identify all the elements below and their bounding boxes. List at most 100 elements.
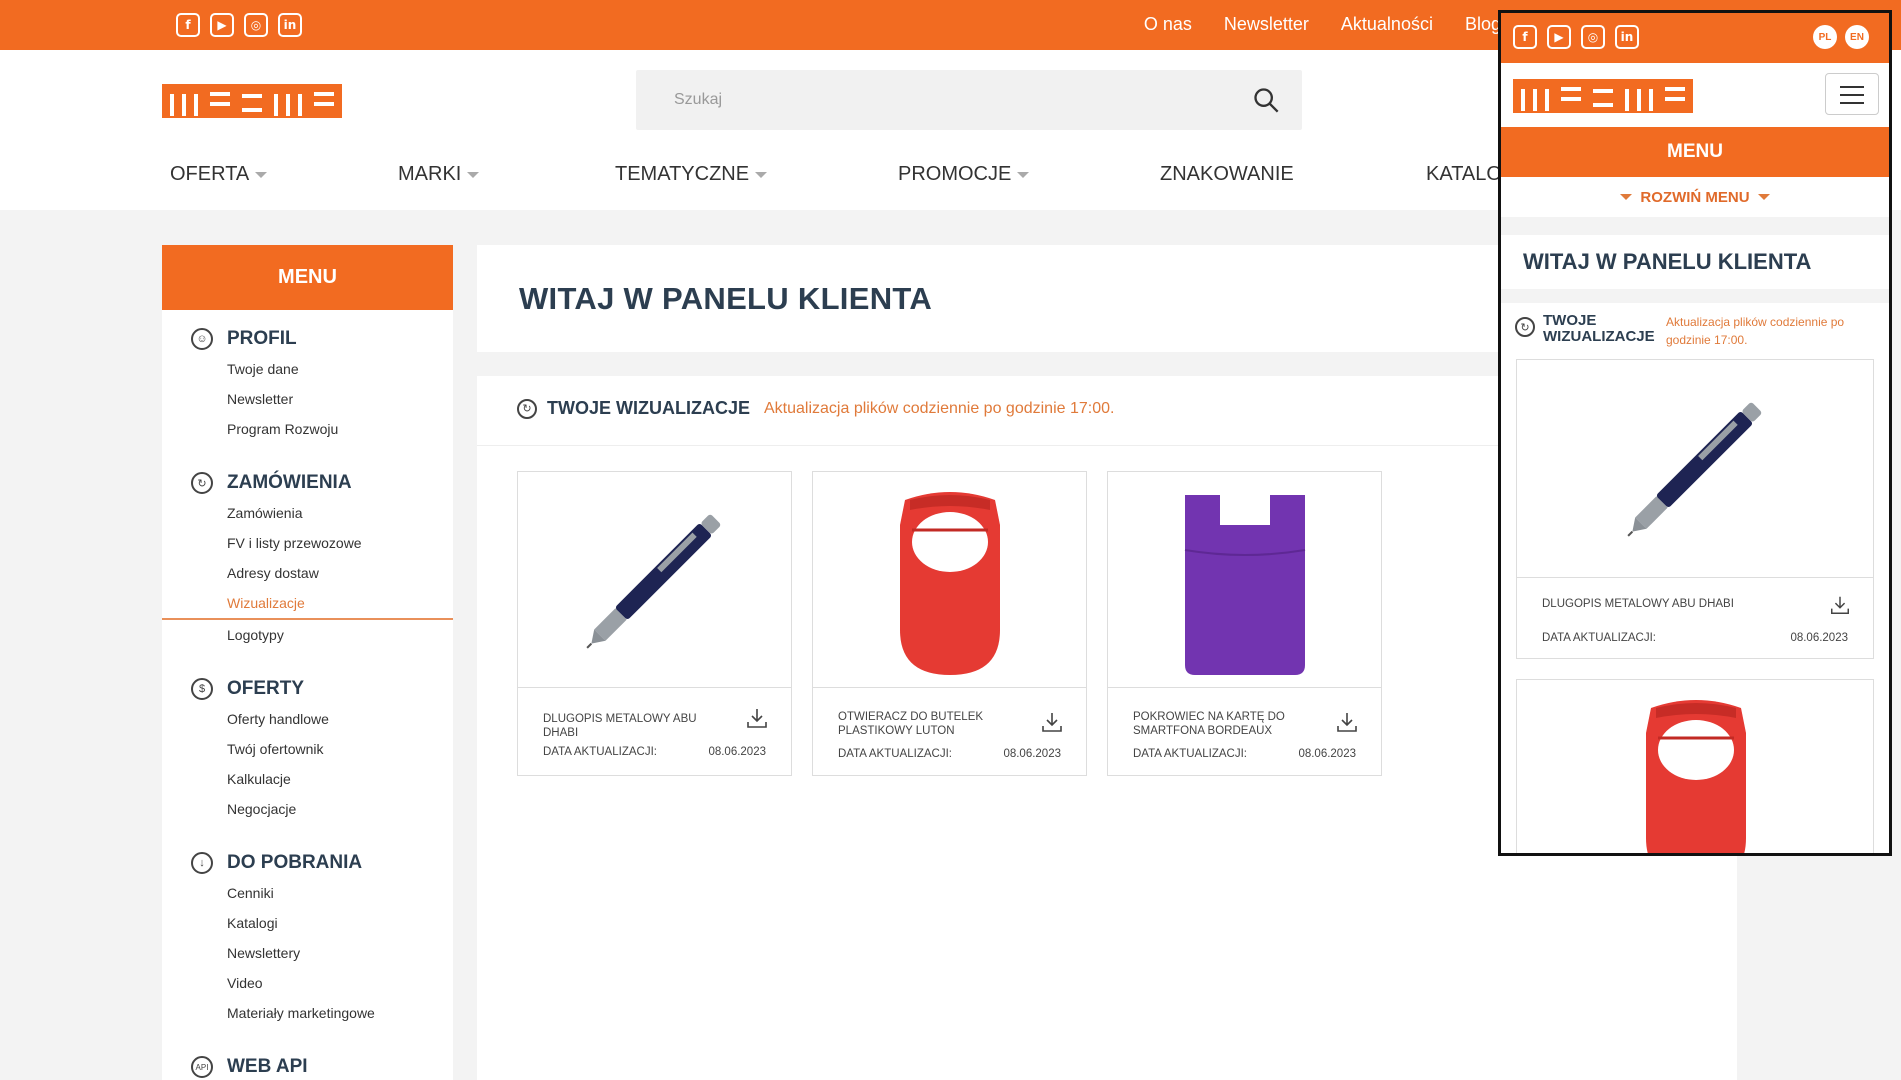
- download-icon[interactable]: [745, 706, 769, 730]
- mobile-visualizations-panel: ↻ TWOJE WIZUALIZACJE Aktualizacja plików…: [1501, 303, 1889, 853]
- sidebar-section-zamowienia: ↻ ZAMÓWIENIA Zamówienia FV i listy przew…: [162, 468, 453, 650]
- nav-item-oferta[interactable]: OFERTA: [170, 163, 268, 186]
- download-icon[interactable]: [1040, 710, 1064, 734]
- chevron-down-icon: [255, 171, 268, 178]
- chevron-down-icon: [755, 171, 768, 178]
- sidebar-link[interactable]: Kalkulacje: [227, 764, 453, 794]
- lang-pl-button[interactable]: PL: [1813, 25, 1837, 49]
- sidebar-section-title[interactable]: DO POBRANIA: [227, 848, 453, 878]
- update-note: Aktualizacja plików codziennie po godzin…: [1666, 315, 1845, 347]
- product-name: OTWIERACZ DO BUTELEK PLASTIKOWY LUTON: [838, 711, 984, 737]
- linkedin-icon[interactable]: in: [1615, 25, 1639, 49]
- mobile-page-title: WITAJ W PANELU KLIENTA: [1501, 235, 1889, 289]
- sidebar-section-oferty: $ OFERTY Oferty handlowe Twój ofertownik…: [162, 674, 453, 824]
- update-date: 08.06.2023: [1790, 632, 1848, 644]
- visualizations-title: TWOJE WIZUALIZACJE: [1543, 312, 1655, 345]
- date-label: DATA AKTUALIZACJI:: [543, 746, 657, 758]
- search-icon[interactable]: [1252, 86, 1280, 114]
- sidebar-link[interactable]: Cenniki: [227, 878, 453, 908]
- sidebar-link[interactable]: Newsletter: [227, 384, 453, 414]
- visualization-card[interactable]: OTWIERACZ DO BUTELEK PLASTIKOWY LUTON DA…: [812, 471, 1087, 776]
- visualization-card[interactable]: DLUGOPIS METALOWY ABU DHABI DATA AKTUALI…: [1516, 359, 1874, 659]
- instagram-icon[interactable]: ◎: [244, 13, 268, 37]
- top-nav-link[interactable]: Aktualności: [1341, 14, 1433, 35]
- macma-logo[interactable]: [1513, 75, 1693, 115]
- update-date: 08.06.2023: [1298, 748, 1356, 760]
- dollar-icon: $: [191, 678, 213, 700]
- hamburger-menu-button[interactable]: [1825, 73, 1879, 115]
- refresh-icon: ↻: [517, 398, 537, 419]
- social-links: f ▶ ◎ in: [1513, 25, 1639, 49]
- visualization-card[interactable]: DLUGOPIS METALOWY ABU DHABI DATA AKTUALI…: [517, 471, 792, 776]
- user-icon: ☺: [191, 328, 213, 350]
- refresh-icon: ↻: [191, 472, 213, 494]
- sidebar-title: MENU: [162, 245, 453, 310]
- nav-item-promocje[interactable]: PROMOCJE: [898, 163, 1030, 186]
- visualization-card[interactable]: POKROWIEC NA KARTĘ DO SMARTFONA BORDEAUX…: [1107, 471, 1382, 776]
- facebook-icon[interactable]: f: [1513, 25, 1537, 49]
- sidebar-link[interactable]: Video: [227, 968, 453, 998]
- top-nav-link[interactable]: Newsletter: [1224, 14, 1309, 35]
- sidebar-link[interactable]: Program Rozwoju: [227, 414, 453, 444]
- instagram-icon[interactable]: ◎: [1581, 25, 1605, 49]
- nav-item-znakowanie[interactable]: ZNAKOWANIE: [1160, 163, 1294, 186]
- active-underline: [162, 618, 453, 620]
- sidebar-link[interactable]: Newslettery: [227, 938, 453, 968]
- sidebar-link-active[interactable]: Wizualizacje: [227, 588, 453, 618]
- sidebar-link[interactable]: Materiały marketingowe: [227, 998, 453, 1028]
- sidebar: MENU ☺ PROFIL Twoje dane Newsletter Prog…: [162, 245, 453, 1080]
- product-name: DLUGOPIS METALOWY ABU DHABI: [543, 713, 697, 739]
- product-image: [1517, 360, 1873, 578]
- pen-image: [1596, 368, 1796, 568]
- linkedin-icon[interactable]: in: [278, 13, 302, 37]
- sidebar-section-title[interactable]: ZAMÓWIENIA: [227, 468, 453, 498]
- product-image: [813, 472, 1086, 688]
- visualizations-title: TWOJE WIZUALIZACJE: [547, 398, 750, 418]
- nav-item-katalogi[interactable]: KATALO: [1426, 163, 1502, 186]
- sidebar-link[interactable]: FV i listy przewozowe: [227, 528, 453, 558]
- sidebar-link[interactable]: Zamówienia: [227, 498, 453, 528]
- pen-image: [555, 480, 755, 680]
- facebook-icon[interactable]: f: [176, 13, 200, 37]
- top-nav-link[interactable]: O nas: [1144, 14, 1192, 35]
- chevron-down-icon: [1757, 194, 1770, 200]
- sidebar-link[interactable]: Adresy dostaw: [227, 558, 453, 588]
- expand-menu-button[interactable]: ROZWIŃ MENU: [1501, 177, 1889, 217]
- top-nav-link[interactable]: Blog: [1465, 14, 1501, 35]
- download-icon[interactable]: [1335, 710, 1359, 734]
- sidebar-link[interactable]: Katalogi: [227, 908, 453, 938]
- sidebar-link[interactable]: Twój ofertownik: [227, 734, 453, 764]
- main-nav: OFERTA MARKI TEMATYCZNE PROMOCJE ZNAKOWA…: [0, 163, 1502, 193]
- chevron-down-icon: [467, 171, 480, 178]
- sidebar-link[interactable]: Negocjacje: [227, 794, 453, 824]
- update-note: Aktualizacja plików codziennie po godzin…: [764, 399, 1115, 417]
- sidebar-link[interactable]: Oferty handlowe: [227, 704, 453, 734]
- sidebar-section-title[interactable]: OFERTY: [227, 674, 453, 704]
- search-input[interactable]: Szukaj: [636, 70, 1302, 130]
- sidebar-section-title[interactable]: WEB API: [227, 1052, 453, 1080]
- sidebar-section-do-pobrania: ↓ DO POBRANIA Cenniki Katalogi Newslette…: [162, 848, 453, 1028]
- mobile-menu-title: MENU: [1501, 127, 1889, 177]
- top-nav: O nas Newsletter Aktualności Blog: [1144, 14, 1501, 35]
- lang-en-button[interactable]: EN: [1845, 25, 1869, 49]
- download-icon[interactable]: [1829, 594, 1851, 616]
- visualization-card[interactable]: [1516, 679, 1874, 853]
- bottle-opener-image: [850, 480, 1050, 680]
- api-icon: API: [191, 1056, 213, 1078]
- date-label: DATA AKTUALIZACJI:: [1133, 748, 1247, 760]
- mobile-top-bar: f ▶ ◎ in PL EN: [1501, 13, 1889, 63]
- youtube-icon[interactable]: ▶: [210, 13, 234, 37]
- update-date: 08.06.2023: [1003, 748, 1061, 760]
- sidebar-link[interactable]: Twoje dane: [227, 354, 453, 384]
- youtube-icon[interactable]: ▶: [1547, 25, 1571, 49]
- nav-item-tematyczne[interactable]: TEMATYCZNE: [615, 163, 768, 186]
- sidebar-link[interactable]: Logotypy: [227, 620, 453, 650]
- mobile-header: [1501, 63, 1889, 127]
- product-image: [1108, 472, 1381, 688]
- nav-item-marki[interactable]: MARKI: [398, 163, 480, 186]
- download-icon: ↓: [191, 852, 213, 874]
- sidebar-section-web-api: API WEB API: [162, 1052, 453, 1080]
- update-date: 08.06.2023: [708, 746, 766, 758]
- macma-logo[interactable]: [162, 80, 342, 120]
- sidebar-section-title[interactable]: PROFIL: [227, 324, 453, 354]
